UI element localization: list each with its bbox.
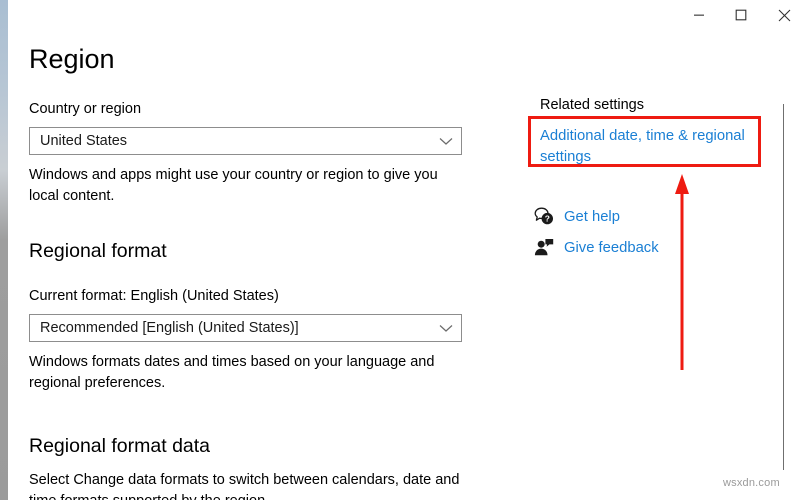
regional-format-data-section: Regional format data Select Change data … <box>29 433 479 500</box>
page-title: Region <box>29 44 115 74</box>
regional-format-heading: Regional format <box>29 240 167 262</box>
chevron-down-icon <box>431 324 461 333</box>
related-settings-panel: Related settings Additional date, time &… <box>540 96 775 168</box>
window-left-border <box>0 0 8 500</box>
regional-format-section: Regional format Current format: English … <box>29 238 479 394</box>
country-or-region-value: United States <box>40 133 128 149</box>
watermark: wsxdn.com <box>723 477 780 489</box>
title-bar <box>11 0 794 31</box>
regional-format-value: Recommended [English (United States)] <box>40 320 299 336</box>
window-left-inner-margin <box>8 0 11 500</box>
settings-main-content: Region Country or region United States W… <box>29 42 479 500</box>
country-or-region-section: Country or region United States Windows … <box>29 99 479 207</box>
minimize-icon <box>693 9 705 21</box>
settings-window: Region Country or region United States W… <box>0 0 794 500</box>
country-or-region-label: Country or region <box>29 101 142 117</box>
give-feedback-label: Give feedback <box>564 239 659 256</box>
regional-format-data-description: Select Change data formats to switch bet… <box>29 472 460 500</box>
give-feedback-link[interactable]: Give feedback <box>534 232 764 263</box>
country-or-region-description: Windows and apps might use your country … <box>29 167 438 204</box>
maximize-icon <box>735 9 747 21</box>
regional-format-dropdown[interactable]: Recommended [English (United States)] <box>29 314 462 342</box>
give-feedback-person-icon <box>534 238 564 257</box>
svg-text:?: ? <box>545 214 550 224</box>
maximize-button[interactable] <box>718 0 763 30</box>
close-button[interactable] <box>762 0 794 30</box>
additional-date-time-regional-settings-link[interactable]: Additional date, time & regional setting… <box>540 126 755 168</box>
current-format-label: Current format: English (United States) <box>29 288 279 304</box>
regional-format-description: Windows formats dates and times based on… <box>29 354 435 391</box>
help-question-bubble-icon: ? <box>534 207 564 226</box>
chevron-down-icon <box>431 137 461 146</box>
regional-format-data-heading: Regional format data <box>29 435 211 457</box>
minimize-button[interactable] <box>676 0 721 30</box>
close-icon <box>778 9 791 22</box>
help-links-group: ? Get help Give feedback <box>534 201 764 263</box>
scrollbar-divider[interactable] <box>783 104 784 470</box>
get-help-label: Get help <box>564 208 620 225</box>
get-help-link[interactable]: ? Get help <box>534 201 764 232</box>
country-or-region-dropdown[interactable]: United States <box>29 127 462 155</box>
related-settings-title: Related settings <box>540 97 644 113</box>
